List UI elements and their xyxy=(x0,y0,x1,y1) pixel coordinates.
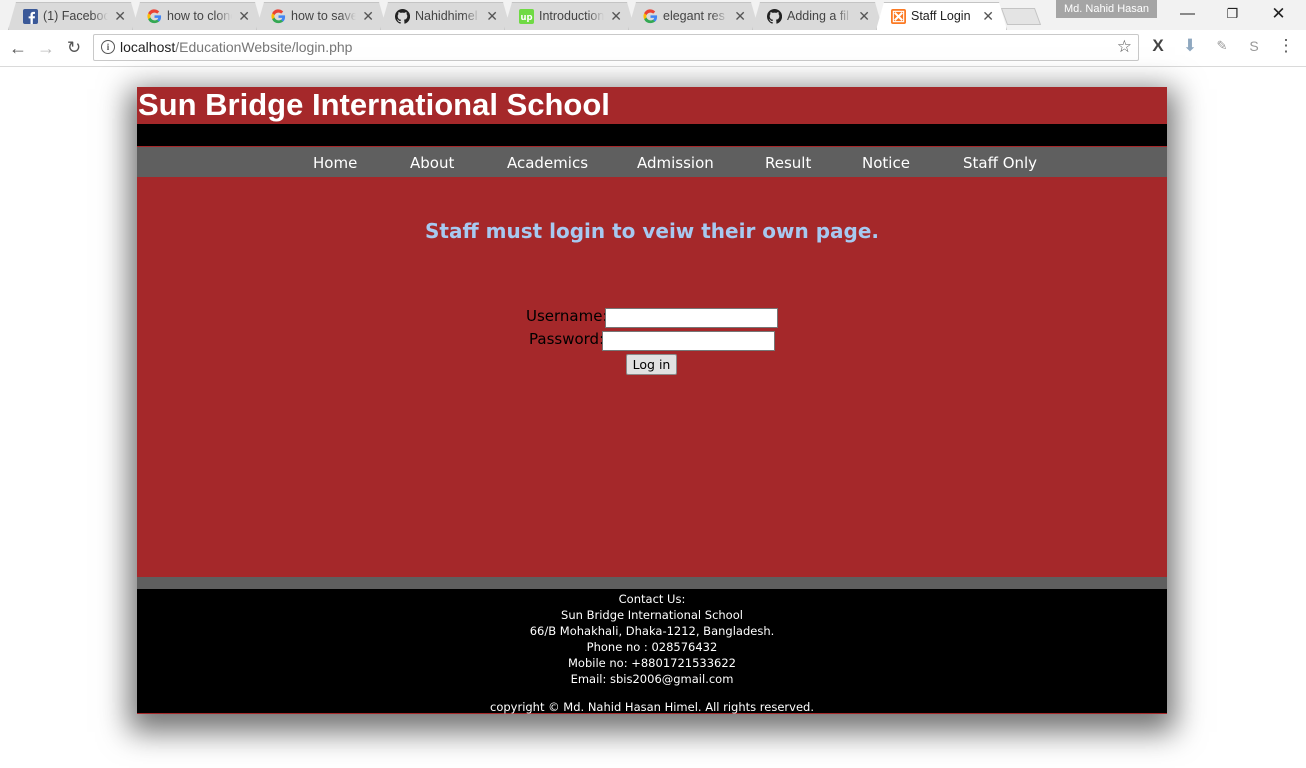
google-icon xyxy=(147,9,162,24)
password-label: Password: xyxy=(529,330,605,348)
url-text: localhost/EducationWebsite/login.php xyxy=(120,39,352,55)
forward-icon[interactable]: → xyxy=(35,37,57,59)
close-window-icon[interactable]: ✕ xyxy=(1256,0,1301,28)
browser-tab[interactable]: Nahidhimel ✕ xyxy=(380,2,511,30)
pdf-extension-icon[interactable]: ✎ xyxy=(1212,36,1232,56)
nav-admission[interactable]: Admission xyxy=(637,147,714,177)
skype-icon[interactable]: S xyxy=(1244,36,1264,56)
github-icon xyxy=(395,9,410,24)
tab-strip: (1) Facebook ✕ how to clone ✕ how to sav… xyxy=(0,0,1306,30)
close-icon[interactable]: ✕ xyxy=(114,8,126,24)
back-icon[interactable]: ← xyxy=(7,37,29,59)
site-title: Sun Bridge International School xyxy=(138,87,610,122)
close-icon[interactable]: ✕ xyxy=(734,8,746,24)
tab-title: Nahidhimel xyxy=(415,9,478,23)
google-icon xyxy=(271,9,286,24)
footer-mobile: Mobile no: +8801721533622 xyxy=(568,656,736,670)
browser-tab[interactable]: how to save ✕ xyxy=(256,2,387,30)
info-icon[interactable]: i xyxy=(101,40,115,54)
browser-tab-active[interactable]: Staff Login ✕ xyxy=(876,2,1007,30)
footer-school: Sun Bridge International School xyxy=(561,608,743,622)
username-label: Username: xyxy=(526,307,608,325)
footer-band xyxy=(137,577,1167,589)
tab-title: how to save xyxy=(291,9,356,23)
close-icon[interactable]: ✕ xyxy=(238,8,250,24)
tab-title: (1) Facebook xyxy=(43,9,108,23)
tab-title: how to clone xyxy=(167,9,232,23)
extension-x-icon[interactable]: X xyxy=(1148,36,1168,56)
login-button[interactable]: Log in xyxy=(626,354,677,375)
password-input[interactable] xyxy=(602,331,775,351)
browser-tab[interactable]: how to clone ✕ xyxy=(132,2,263,30)
nav-academics[interactable]: Academics xyxy=(507,147,588,177)
url-host: localhost xyxy=(120,39,176,55)
browser-tab[interactable]: Adding a fil ✕ xyxy=(752,2,883,30)
tab-title: elegant res xyxy=(663,9,725,23)
google-icon xyxy=(643,9,658,24)
footer-email: Email: sbis2006@gmail.com xyxy=(570,672,734,686)
close-icon[interactable]: ✕ xyxy=(610,8,622,24)
nav-home[interactable]: Home xyxy=(313,147,357,177)
url-path: /EducationWebsite/login.php xyxy=(175,39,353,55)
tab-title: Adding a fil xyxy=(787,9,849,23)
login-notice: Staff must login to veiw their own page. xyxy=(424,219,879,243)
download-icon[interactable]: ⬇ xyxy=(1180,36,1200,56)
nav-about[interactable]: About xyxy=(410,147,454,177)
footer-phone: Phone no : 028576432 xyxy=(586,640,718,654)
menu-kebab-icon[interactable]: ⋮ xyxy=(1276,36,1296,56)
xampp-icon xyxy=(891,9,906,24)
site-header: Sun Bridge International School xyxy=(137,87,1167,124)
browser-toolbar: ← → ↻ i localhost/EducationWebsite/login… xyxy=(0,30,1306,67)
close-icon[interactable]: ✕ xyxy=(486,8,498,24)
upwork-icon: up xyxy=(519,9,534,24)
address-bar[interactable]: i localhost/EducationWebsite/login.php ☆ xyxy=(93,34,1139,61)
reload-icon[interactable]: ↻ xyxy=(63,37,85,59)
browser-tab[interactable]: elegant res ✕ xyxy=(628,2,759,30)
nav-staff-only[interactable]: Staff Only xyxy=(963,147,1037,177)
profile-button[interactable]: Md. Nahid Hasan xyxy=(1056,0,1157,18)
restore-icon[interactable]: ❐ xyxy=(1210,0,1255,28)
github-icon xyxy=(767,9,782,24)
tab-title: Introduction xyxy=(539,9,604,23)
site-footer: Contact Us: Sun Bridge International Sch… xyxy=(137,589,1167,714)
close-icon[interactable]: ✕ xyxy=(362,8,374,24)
close-icon[interactable]: ✕ xyxy=(858,8,870,24)
facebook-icon xyxy=(23,9,38,24)
browser-tab[interactable]: up Introduction ✕ xyxy=(504,2,635,30)
nav-notice[interactable]: Notice xyxy=(862,147,910,177)
close-icon[interactable]: ✕ xyxy=(982,8,994,24)
bookmark-star-icon[interactable]: ☆ xyxy=(1117,37,1132,57)
main-content: Staff must login to veiw their own page.… xyxy=(137,177,1167,577)
tab-title: Staff Login xyxy=(911,9,971,23)
footer-heading: Contact Us: xyxy=(618,592,686,606)
footer-copyright: copyright © Md. Nahid Hasan Himel. All r… xyxy=(490,700,814,714)
main-nav: Home About Academics Admission Result No… xyxy=(137,147,1167,177)
username-input[interactable] xyxy=(605,308,778,328)
new-tab-button[interactable] xyxy=(1000,8,1042,25)
nav-result[interactable]: Result xyxy=(765,147,811,177)
site-container: Sun Bridge International School Home Abo… xyxy=(137,87,1167,714)
footer-address: 66/B Mohakhali, Dhaka-1212, Bangladesh. xyxy=(529,624,775,638)
header-band xyxy=(137,124,1167,147)
browser-tab[interactable]: (1) Facebook ✕ xyxy=(8,2,139,30)
svg-text:up: up xyxy=(520,12,532,22)
minimize-icon[interactable]: — xyxy=(1165,0,1210,28)
